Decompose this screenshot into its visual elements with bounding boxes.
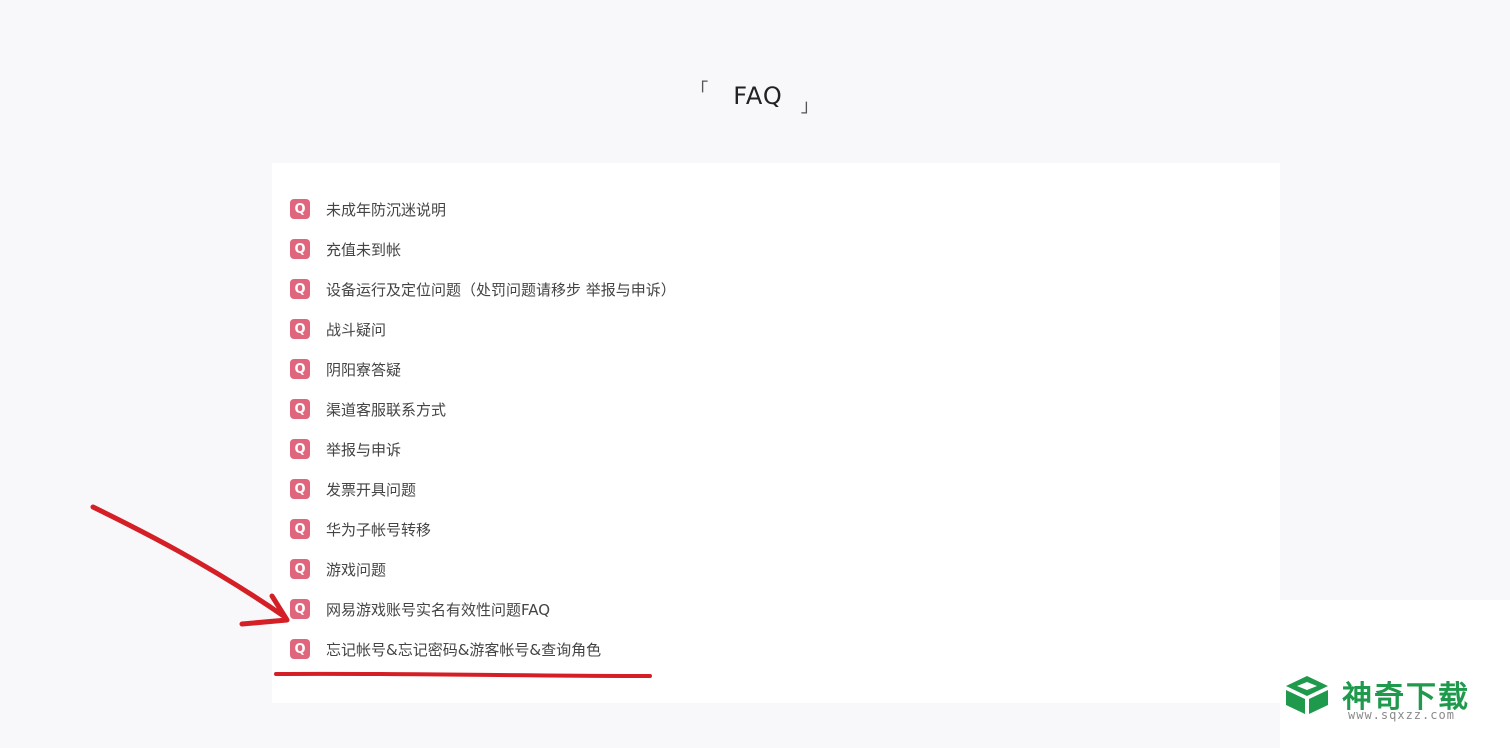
faq-item-label[interactable]: 网易游戏账号实名有效性问题FAQ [326, 599, 550, 620]
faq-item[interactable]: Q 渠道客服联系方式 [290, 389, 1280, 429]
watermark-url: www.sqxzz.com [1348, 708, 1455, 722]
faq-item-label[interactable]: 充值未到帐 [326, 239, 401, 260]
faq-item[interactable]: Q 游戏问题 [290, 549, 1280, 589]
q-badge-icon: Q [290, 439, 310, 459]
title-bracket-close: 」 [800, 96, 820, 117]
faq-title-text: FAQ [733, 82, 783, 110]
faq-title: 「 FAQ 」 [0, 76, 1510, 118]
watermark: 神奇下载 www.sqxzz.com [1284, 670, 1494, 730]
faq-item-label[interactable]: 渠道客服联系方式 [326, 399, 446, 420]
faq-item-label[interactable]: 游戏问题 [326, 559, 386, 580]
faq-item[interactable]: Q 设备运行及定位问题（处罚问题请移步 举报与申诉） [290, 269, 1280, 309]
faq-item[interactable]: Q 忘记帐号&忘记密码&游客帐号&查询角色 [290, 629, 1280, 669]
faq-item[interactable]: Q 华为子帐号转移 [290, 509, 1280, 549]
box-logo-icon [1286, 676, 1328, 714]
faq-item-label[interactable]: 阴阳寮答疑 [326, 359, 401, 380]
q-badge-icon: Q [290, 519, 310, 539]
faq-item-label[interactable]: 未成年防沉迷说明 [326, 199, 446, 220]
q-badge-icon: Q [290, 359, 310, 379]
faq-item-label[interactable]: 设备运行及定位问题（处罚问题请移步 举报与申诉） [326, 279, 676, 300]
faq-item[interactable]: Q 阴阳寮答疑 [290, 349, 1280, 389]
faq-item-label[interactable]: 华为子帐号转移 [326, 519, 431, 540]
faq-item[interactable]: Q 网易游戏账号实名有效性问题FAQ [290, 589, 1280, 629]
faq-item[interactable]: Q 充值未到帐 [290, 229, 1280, 269]
q-badge-icon: Q [290, 199, 310, 219]
faq-item[interactable]: Q 举报与申诉 [290, 429, 1280, 469]
q-badge-icon: Q [290, 239, 310, 259]
q-badge-icon: Q [290, 479, 310, 499]
page: 「 FAQ 」 Q 未成年防沉迷说明 Q 充值未到帐 Q 设备运行及定位问题（处罚问题请移… [0, 0, 1510, 748]
faq-item-label[interactable]: 战斗疑问 [326, 319, 386, 340]
title-bracket-open: 「 [690, 80, 710, 101]
faq-item-label[interactable]: 忘记帐号&忘记密码&游客帐号&查询角色 [326, 639, 601, 660]
q-badge-icon: Q [290, 639, 310, 659]
q-badge-icon: Q [290, 599, 310, 619]
faq-panel: Q 未成年防沉迷说明 Q 充值未到帐 Q 设备运行及定位问题（处罚问题请移步 举报与申… [272, 163, 1280, 703]
q-badge-icon: Q [290, 559, 310, 579]
faq-item[interactable]: Q 战斗疑问 [290, 309, 1280, 349]
faq-item-label[interactable]: 举报与申诉 [326, 439, 401, 460]
annotation-arrow-shaft [90, 504, 288, 620]
q-badge-icon: Q [290, 399, 310, 419]
q-badge-icon: Q [290, 279, 310, 299]
faq-item-label[interactable]: 发票开具问题 [326, 479, 416, 500]
faq-item[interactable]: Q 未成年防沉迷说明 [290, 189, 1280, 229]
faq-list: Q 未成年防沉迷说明 Q 充值未到帐 Q 设备运行及定位问题（处罚问题请移步 举报与申… [272, 163, 1280, 669]
faq-item[interactable]: Q 发票开具问题 [290, 469, 1280, 509]
q-badge-icon: Q [290, 319, 310, 339]
